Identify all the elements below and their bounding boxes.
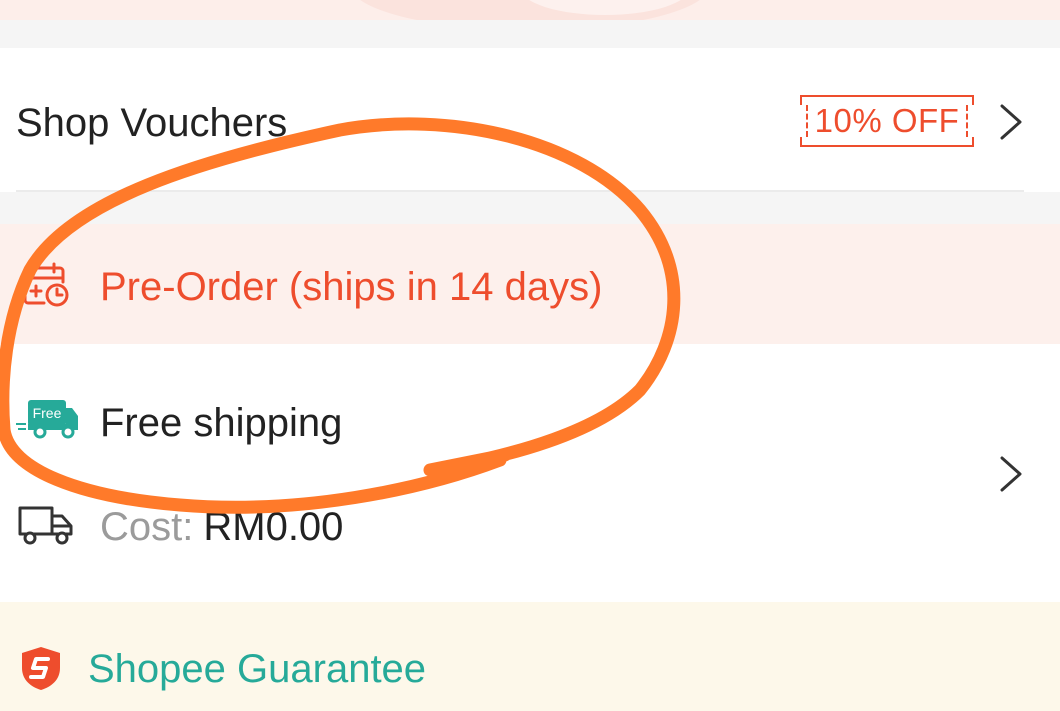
section-gap bbox=[0, 20, 1060, 48]
cost-value: RM0.00 bbox=[203, 505, 344, 549]
shipping-cost: Cost: RM0.00 bbox=[100, 502, 343, 552]
shipping-row[interactable] bbox=[0, 344, 1060, 602]
shopee-guarantee-label: Shopee Guarantee bbox=[88, 647, 427, 691]
voucher-badge[interactable]: 10% OFF bbox=[798, 95, 976, 147]
free-shipping-label: Free shipping bbox=[100, 401, 343, 445]
free-badge-text: Free bbox=[33, 405, 62, 421]
truck-icon bbox=[18, 506, 73, 545]
top-banner bbox=[0, 0, 1060, 20]
section-gap bbox=[0, 192, 1060, 224]
shop-vouchers-label: Shop Vouchers bbox=[16, 101, 288, 145]
chevron-right-icon[interactable] bbox=[998, 454, 1024, 494]
cost-label: Cost: bbox=[100, 505, 194, 549]
voucher-badge-text: 10% OFF bbox=[814, 102, 960, 139]
calendar-clock-icon bbox=[23, 262, 69, 307]
free-shipping-truck-icon: Free bbox=[16, 400, 78, 439]
preorder-label: Pre-Order (ships in 14 days) bbox=[100, 265, 603, 309]
chevron-right-icon[interactable] bbox=[998, 102, 1024, 142]
shield-icon bbox=[22, 647, 60, 690]
